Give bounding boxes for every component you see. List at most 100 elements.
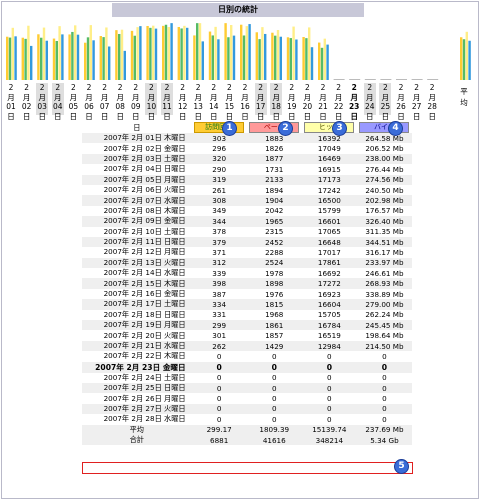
row-hits: 17861 [301, 257, 357, 269]
bar-バイト-04 [61, 34, 64, 80]
bar-ヒット-09 [136, 27, 139, 80]
day-label: 2月 21 日 [317, 83, 329, 121]
bar-バイト-12 [186, 27, 189, 80]
day-label-m: 2月 [272, 83, 280, 102]
bar-ページ-20 [305, 38, 308, 80]
day-label-d: 28 [427, 102, 437, 112]
day-label-d: 14 [209, 102, 219, 112]
day-label-w: 日 [428, 111, 436, 121]
row-visits: 0 [191, 351, 247, 362]
row-pages: 1861 [246, 320, 302, 331]
bar-バイト-06 [92, 40, 95, 80]
table-row: 2007年 2月 28日 水曜日 0 0 0 0 [82, 414, 412, 425]
table-row: 2007年 2月 24日 土曜日 0 0 0 0 [82, 372, 412, 383]
bar-ヒット-17 [261, 27, 264, 80]
table-row: 2007年 2月 16日 金曜日 387 1976 16923 338.89 Mb [82, 288, 412, 300]
bar-訪問回数-11 [162, 25, 165, 81]
row-bytes: 0 [356, 351, 412, 362]
bar-ページ-17 [258, 39, 261, 80]
bar-ページ-平均 [462, 39, 466, 80]
table-row: 2007年 2月 09日 金曜日 344 1965 16601 326.40 Mb [82, 216, 412, 227]
bar-ヒット-21 [323, 38, 326, 80]
day-label-d: 24 [365, 102, 375, 112]
bar-ページ-07 [102, 37, 105, 80]
callout-number-1: 1 [222, 121, 237, 136]
stats-table-container: 日 訪問回数 ページ ヒット バイト 2007年 2月 01日 木曜日 303 18… [82, 122, 412, 446]
row-pages: 0 [246, 372, 302, 383]
day-label-w: 日 [303, 111, 312, 121]
day-label-w: 日 [272, 111, 280, 121]
day-label-m: 2月 [428, 83, 436, 102]
day-label-m: 2月 [334, 83, 343, 102]
average-row-highlight [82, 462, 413, 474]
callout-number-5: 5 [394, 459, 409, 474]
table-row: 2007年 2月 13日 火曜日 312 2524 17861 233.97 Mb [82, 257, 412, 269]
row-visits: 303 [191, 133, 247, 144]
day-label-d: 11 [162, 102, 172, 112]
bar-訪問回数-12 [177, 26, 180, 80]
day-label: 2月 12 日 [177, 83, 189, 121]
row-visits: 308 [191, 195, 247, 206]
bar-訪問回数-06 [84, 42, 87, 80]
bar-ヒット-07 [105, 27, 108, 80]
bar-訪問回数-07 [99, 35, 102, 80]
row-date: 2007年 2月 11日 日曜日 [82, 236, 192, 248]
day-label-d: 16 [240, 102, 250, 112]
bar-訪問回数-14 [208, 31, 212, 80]
day-label: 2月 15 日 [223, 83, 235, 121]
day-label-d: 12 [177, 102, 188, 112]
row-visits: 339 [191, 268, 247, 279]
table-row: 2007年 2月 19日 月曜日 299 1861 16784 245.45 Mb [82, 320, 412, 331]
row-visits: 0 [191, 403, 247, 415]
row-pages: 1731 [246, 164, 302, 175]
bar-ヒット-16 [245, 26, 248, 80]
table-row: 2007年 2月 11日 日曜日 379 2452 16648 344.51 Mb [82, 236, 412, 248]
row-visits: 320 [191, 153, 247, 165]
row-pages: 2452 [246, 236, 302, 248]
bar-ヒット-10 [152, 25, 155, 80]
table-row: 2007年 2月 05日 月曜日 319 2133 17173 274.56 Mb [82, 174, 412, 185]
row-bytes: 262.24 Mb [356, 309, 412, 321]
row-date: 2007年 2月 21日 水曜日 [82, 340, 192, 352]
day-label-d: 01 [6, 102, 16, 112]
bar-ヒット-平均 [465, 31, 468, 80]
table-row: 2007年 2月 02日 金曜日 296 1826 17049 206.52 Mb [82, 143, 412, 154]
col-header-bytes: バイト [357, 122, 412, 133]
row-hits: 0 [301, 393, 357, 404]
table-row: 2007年 2月 25日 日曜日 0 0 0 0 [82, 382, 412, 394]
bar-ヒット-03 [42, 27, 46, 80]
row-visits: 312 [191, 257, 247, 269]
bar-バイト-17 [264, 33, 267, 80]
row-pages: 0 [246, 393, 302, 404]
table-header-row: 日 訪問回数 ページ ヒット バイト [82, 122, 412, 133]
day-label-w: 日 [412, 111, 421, 121]
col-header-visits: 訪問回数 [192, 122, 247, 133]
day-label-m: 2月 [22, 83, 31, 102]
bar-ページ-15 [227, 37, 230, 80]
row-hits: 17173 [301, 174, 357, 185]
bar-訪問回数-18 [271, 32, 274, 80]
day-label-d: 10 [146, 102, 157, 112]
bar-訪問回数-03 [37, 34, 40, 80]
day-label: 2月 06 日 [83, 83, 95, 121]
day-axis-labels: 2月 01 日 2月 02 日 2月 03 日 2月 04 日 2月 05 日 2月 06 日 2月 07 日 2月 08 日… [5, 83, 475, 121]
bar-訪問回数-17 [255, 32, 258, 80]
day-label-m: 2月 [85, 83, 93, 102]
row-date: 2007年 2月 01日 木曜日 [82, 133, 192, 144]
day-label: 2月 04 日 [51, 83, 64, 121]
row-pages: 0 [246, 361, 302, 373]
day-label: 2月 11 日 [161, 83, 173, 121]
day-label-w: 日 [241, 111, 249, 121]
row-date: 2007年 2月 15日 木曜日 [82, 278, 192, 289]
average-bytes: 237.69 Mb [356, 424, 412, 435]
empty-day-baseline [380, 79, 392, 80]
row-visits: 0 [191, 393, 247, 404]
bar-訪問回数-16 [240, 24, 243, 80]
bar-ページ-11 [164, 24, 168, 80]
total-bytes: 5.34 Gb [356, 434, 412, 446]
row-date: 2007年 2月 17日 土曜日 [82, 299, 192, 310]
table-row: 2007年 2月 15日 木曜日 398 1898 17272 268.93 Mb [82, 278, 412, 289]
bar-バイト-19 [295, 39, 298, 80]
bar-ページ-18 [274, 35, 277, 80]
row-pages: 1877 [246, 153, 302, 165]
